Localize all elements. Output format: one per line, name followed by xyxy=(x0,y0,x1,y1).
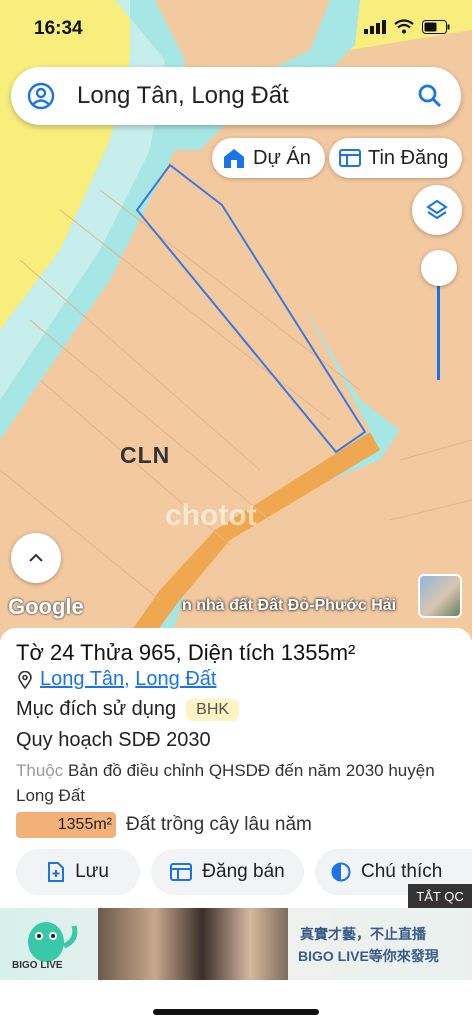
layers-icon xyxy=(426,199,448,220)
parcel-title: Tờ 24 Thửa 965, Diện tích 1355m² xyxy=(16,640,356,665)
location-separator: , xyxy=(124,668,136,690)
mascot-icon xyxy=(28,922,78,962)
ad-banner[interactable]: BIGO LIVE 真實才藝，不止直播 BIGO LIVE等你來發現 xyxy=(0,908,472,980)
location-pin-icon xyxy=(18,670,32,689)
chip-listings-label: Tin Đăng xyxy=(368,146,449,169)
opacity-slider-track[interactable] xyxy=(437,284,440,380)
plan-label: Quy hoạch SDĐ 2030 xyxy=(16,729,211,751)
search-query-text[interactable]: Long Tân, Long Đất xyxy=(77,82,417,110)
plan-source-prefix: Thuộc xyxy=(16,761,64,780)
ad-slogan-line1: 真實才藝，不止直播 xyxy=(300,926,426,942)
chip-projects[interactable]: Dự Án xyxy=(212,138,325,178)
listing-icon xyxy=(170,863,193,881)
signal-icon xyxy=(364,19,386,34)
purpose-label: Mục đích sử dụng xyxy=(16,698,177,720)
commune-link[interactable]: Long Tân xyxy=(40,668,124,691)
ad-people-image xyxy=(98,908,288,980)
chip-projects-label: Dự Án xyxy=(253,146,311,169)
status-bar: 16:34 xyxy=(0,0,472,58)
google-logo: Google xyxy=(8,594,84,619)
parcel-location: Long Tân , Long Đất xyxy=(18,668,216,691)
post-for-sale-button[interactable]: Đăng bán xyxy=(151,849,304,895)
area-description: Đất trồng cây lâu năm xyxy=(126,814,312,835)
legend-button-label: Chú thích xyxy=(361,861,443,882)
watermark-logo: chotot xyxy=(165,499,257,532)
close-ad-button[interactable]: TẮT QC xyxy=(408,884,472,908)
plan-source: Thuộc Bản đồ điều chỉnh QHSDĐ đến năm 20… xyxy=(16,758,456,808)
area-row: 1355m² Đất trồng cây lâu năm xyxy=(16,812,312,838)
area-value-bar: 1355m² xyxy=(16,812,116,838)
parcel-info-sheet: Tờ 24 Thửa 965, Diện tích 1355m² Long Tâ… xyxy=(0,628,472,910)
home-indicator[interactable] xyxy=(153,1009,319,1015)
save-button[interactable]: Lưu xyxy=(16,849,140,895)
bottom-safe-area xyxy=(0,980,472,1024)
map-banner-text[interactable]: n nhà đất Đất Đỏ-Phước Hải xyxy=(182,597,396,615)
search-icon[interactable] xyxy=(417,83,443,109)
house-icon xyxy=(224,149,244,168)
account-icon[interactable] xyxy=(27,82,55,110)
ad-brand-small: BIGO LIVE xyxy=(12,960,63,971)
chevron-up-icon xyxy=(29,553,43,562)
opacity-slider-knob[interactable] xyxy=(421,250,457,286)
battery-icon xyxy=(422,19,450,34)
contrast-icon xyxy=(331,862,351,882)
add-file-icon xyxy=(48,862,65,882)
land-purpose-row: Mục đích sử dụng BHK xyxy=(16,698,240,721)
land-use-code-label: CLN xyxy=(120,442,171,468)
layers-button[interactable] xyxy=(412,185,462,235)
post-for-sale-label: Đăng bán xyxy=(202,861,285,882)
wifi-icon xyxy=(394,19,414,34)
purpose-code-badge: BHK xyxy=(186,698,240,721)
district-link[interactable]: Long Đất xyxy=(135,668,216,691)
plan-source-text: Bản đồ điều chỉnh QHSDĐ đến năm 2030 huy… xyxy=(16,761,435,805)
save-button-label: Lưu xyxy=(75,861,109,882)
ad-slogan-line2: BIGO LIVE等你來發現 xyxy=(298,948,439,964)
chip-listings[interactable]: Tin Đăng xyxy=(329,138,463,178)
street-view-thumbnail[interactable] xyxy=(418,574,462,618)
listing-icon xyxy=(339,149,361,167)
expand-sheet-button[interactable] xyxy=(11,533,61,583)
search-bar[interactable]: Long Tân, Long Đất xyxy=(11,67,461,125)
status-time: 16:34 xyxy=(34,18,83,39)
